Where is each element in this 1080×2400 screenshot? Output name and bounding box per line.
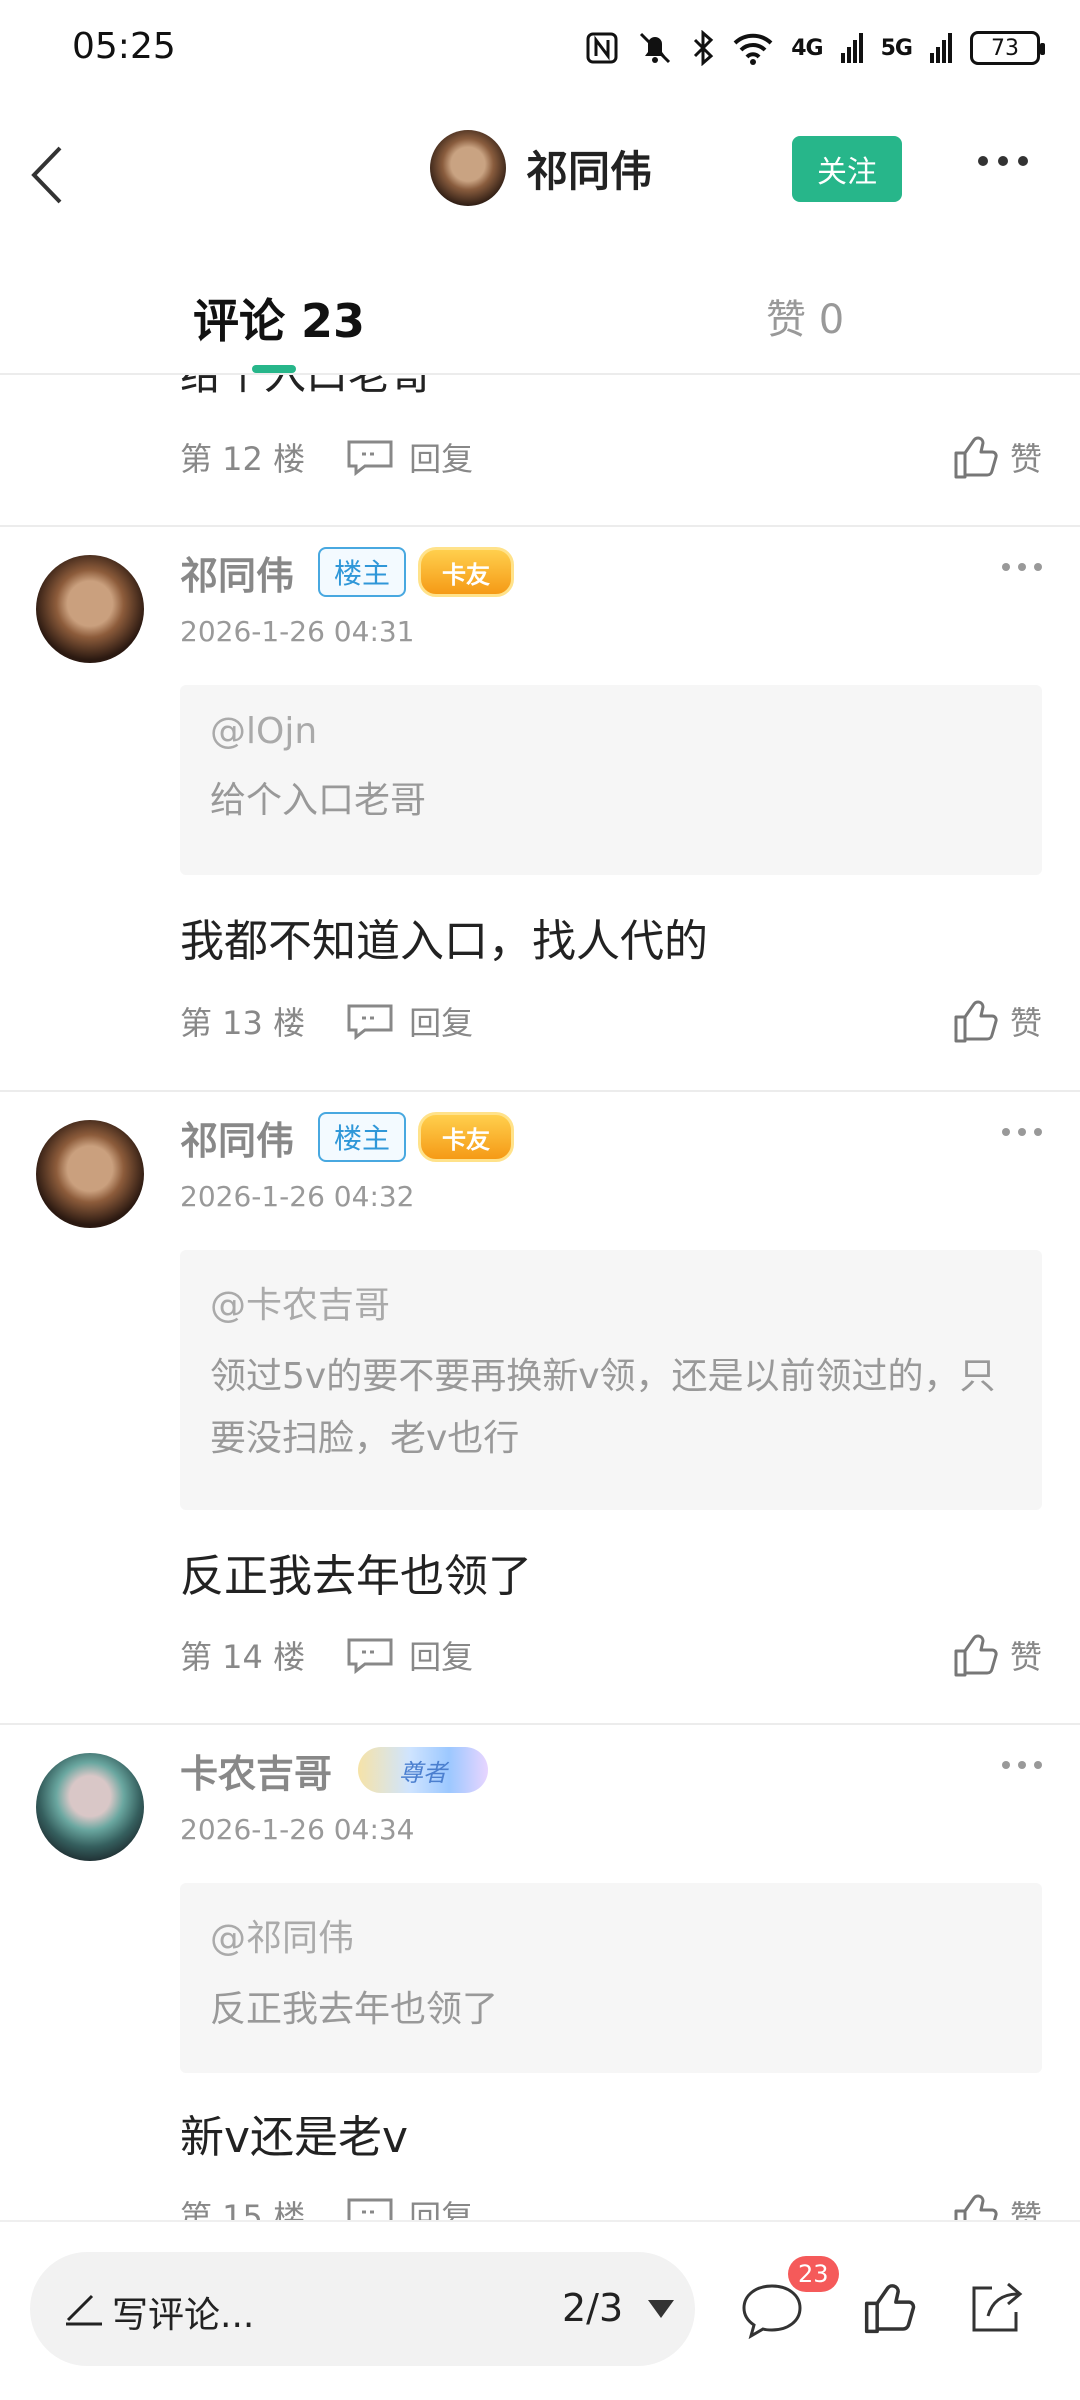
signal-5g-icon: 5G: [880, 35, 913, 61]
comment-author[interactable]: 卡农吉哥: [180, 1743, 332, 1798]
comment-text: 新v还是老v: [180, 2112, 409, 2163]
like-button[interactable]: 赞: [952, 997, 1042, 1045]
quote-user: @祁同伟: [210, 1918, 355, 1959]
comment-meta: 第 12 楼 回复 赞: [180, 427, 1042, 487]
thumbs-up-icon: [954, 2194, 998, 2220]
status-icons: 4G 5G 73: [585, 26, 1045, 70]
wifi-icon: [733, 33, 773, 65]
status-bar: 05:25 4G 5G 73: [0, 0, 1080, 100]
thumbs-up-icon: [954, 1634, 998, 1677]
bluetooth-icon: [694, 30, 714, 66]
floor-number: 第 12 楼: [180, 440, 306, 478]
back-arrow-icon[interactable]: [22, 140, 72, 210]
reply-button[interactable]: 回复: [345, 1632, 473, 1678]
comment-more-icon[interactable]: [1002, 1128, 1042, 1136]
like-button[interactable]: 赞: [952, 1631, 1042, 1679]
comment-count-badge: 23: [788, 2256, 839, 2292]
thumbs-up-icon: [954, 1000, 998, 1043]
reply-icon: [347, 2198, 393, 2220]
comment-meta: 第 13 楼 回复 赞: [180, 991, 1042, 1051]
like-label: 赞: [1009, 440, 1042, 478]
comment-time: 2026-1-26 04:34: [180, 1813, 415, 1846]
pencil-icon: [66, 2294, 102, 2326]
comment-author[interactable]: 祁同伟: [180, 1110, 294, 1165]
quote-text: 反正我去年也领了: [210, 1989, 499, 2030]
comment-meta: 第 15 楼 回复 赞: [180, 2185, 1042, 2220]
comment-text: 反正我去年也领了: [180, 1551, 532, 1602]
quote-text: 给个入口老哥: [210, 780, 427, 821]
comment-input[interactable]: 写评论... 2/3: [30, 2252, 695, 2366]
header-user-name: 祁同伟: [526, 146, 653, 196]
like-label: 赞: [1009, 1004, 1042, 1042]
level-badge: 尊者: [358, 1747, 488, 1793]
quoted-reply: @卡农吉哥 领过5v的要不要再换新v领，还是以前领过的，只要没扫脸，老v也行: [180, 1250, 1042, 1510]
page-indicator[interactable]: 2/3: [562, 2286, 623, 2330]
reply-button[interactable]: 回复: [345, 434, 473, 480]
comment-meta: 第 14 楼 回复 赞: [180, 1625, 1042, 1685]
tab-bar: 评论 23 赞 0: [0, 245, 1080, 375]
share-icon[interactable]: [966, 2278, 1026, 2336]
tab-comments[interactable]: 评论 23: [193, 285, 365, 351]
quoted-reply: @祁同伟 反正我去年也领了: [180, 1883, 1042, 2073]
avatar[interactable]: [36, 1120, 144, 1228]
comment-more-icon[interactable]: [1002, 563, 1042, 571]
more-options-icon[interactable]: [978, 156, 1028, 166]
like-button[interactable]: 赞: [952, 433, 1042, 481]
reply-button[interactable]: 回复: [345, 998, 473, 1044]
quote-text: 领过5v的要不要再换新v领，还是以前领过的，只要没扫脸，老v也行: [210, 1356, 996, 1459]
avatar[interactable]: [36, 1753, 144, 1861]
signal-bars-icon: [840, 33, 863, 63]
floor-number: 第 14 楼: [180, 1638, 306, 1676]
follow-button[interactable]: 关注: [792, 136, 902, 202]
mute-icon: [640, 32, 671, 64]
comment-time: 2026-1-26 04:32: [180, 1180, 415, 1213]
floor-number: 第 13 楼: [180, 1004, 306, 1042]
reply-icon: [347, 1004, 393, 1040]
avatar[interactable]: [430, 130, 506, 206]
quote-user: @lOjn: [210, 711, 318, 752]
tab-likes[interactable]: 赞 0: [766, 287, 844, 345]
level-badge: 卡友: [418, 547, 514, 597]
signal-bars-icon: [930, 33, 952, 63]
comment-more-icon[interactable]: [1002, 1761, 1042, 1769]
battery-icon: 73: [970, 31, 1045, 65]
reply-button[interactable]: 回复: [345, 2192, 473, 2220]
comment-time: 2026-1-26 04:31: [180, 615, 415, 648]
comment-text: 给个入口老哥: [180, 375, 432, 402]
signal-4g-icon: 4G: [791, 35, 823, 61]
quote-user: @卡农吉哥: [210, 1285, 391, 1326]
reply-label: 回复: [409, 440, 474, 478]
divider: [0, 1723, 1080, 1725]
reply-label: 回复: [409, 2198, 474, 2220]
like-button[interactable]: 赞: [952, 2191, 1042, 2220]
like-label: 赞: [1009, 1638, 1042, 1676]
reply-icon: [347, 440, 393, 476]
level-badge: 卡友: [418, 1112, 514, 1162]
comment-input-placeholder: 写评论...: [112, 2295, 255, 2336]
owner-badge: 楼主: [318, 547, 406, 597]
divider: [0, 525, 1080, 527]
comment-list[interactable]: 给个入口老哥 第 12 楼 回复 赞 祁同伟 楼主 卡友 2026-1-26 0…: [0, 375, 1080, 2220]
comment-text: 我都不知道入口，找人代的: [180, 916, 708, 967]
thumbs-up-icon: [954, 436, 998, 479]
bottom-bar: 写评论... 2/3 23: [0, 2220, 1080, 2400]
caret-down-icon[interactable]: [648, 2300, 674, 2318]
owner-badge: 楼主: [318, 1112, 406, 1162]
header-user[interactable]: 祁同伟: [430, 130, 652, 206]
divider: [0, 1090, 1080, 1092]
floor-number: 第 15 楼: [180, 2198, 306, 2220]
tab-indicator: [252, 365, 296, 373]
top-bar: 祁同伟 关注: [0, 100, 1080, 245]
thumbs-up-icon[interactable]: [862, 2280, 918, 2336]
like-label: 赞: [1009, 2198, 1042, 2220]
reply-label: 回复: [409, 1638, 474, 1676]
reply-label: 回复: [409, 1004, 474, 1042]
nfc-icon: [586, 32, 618, 64]
status-time: 05:25: [72, 26, 176, 67]
comment-bubble-icon[interactable]: [740, 2282, 804, 2340]
reply-icon: [347, 1638, 393, 1674]
quoted-reply: @lOjn 给个入口老哥: [180, 685, 1042, 875]
comment-author[interactable]: 祁同伟: [180, 545, 294, 600]
avatar[interactable]: [36, 555, 144, 663]
